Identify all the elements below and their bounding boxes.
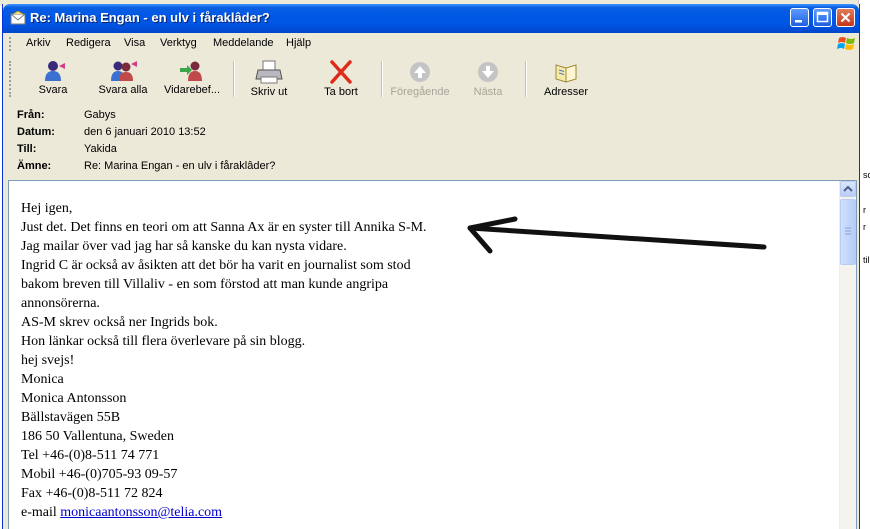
email-link[interactable]: monicaantonsson@telia.com (60, 505, 222, 520)
body-line: Jag mailar över vad jag har så kanske du… (21, 239, 347, 254)
toolbar-separator (381, 61, 383, 97)
toolbar-separator (525, 61, 527, 97)
printer-icon (255, 60, 283, 84)
reply-all-icon (111, 61, 137, 81)
menu-visa[interactable]: Visa (124, 37, 145, 49)
menu-grip (9, 37, 14, 51)
background-fragment: sc (863, 170, 870, 180)
grip-icon (845, 227, 851, 235)
menu-redigera[interactable]: Redigera (66, 37, 111, 49)
message-body[interactable]: Hej igen, Just det. Det finns en teori o… (8, 180, 857, 529)
body-line: Bällstavägen 55B (21, 410, 121, 425)
minimize-icon (795, 20, 802, 23)
message-header: Från: Gabys Datum: den 6 januari 2010 13… (3, 102, 859, 178)
next-button[interactable]: Nästa (465, 57, 511, 101)
scroll-thumb[interactable] (840, 199, 856, 265)
next-label: Nästa (473, 86, 503, 98)
email-line: e-mail monicaantonsson@telia.com (21, 503, 427, 522)
reply-all-button[interactable]: Svara alla (92, 57, 154, 101)
delete-button[interactable]: Ta bort (316, 57, 366, 101)
date-label: Datum: (17, 126, 55, 138)
delete-x-icon (330, 60, 352, 84)
addresses-button[interactable]: Adresser (539, 57, 593, 101)
delete-label: Ta bort (324, 86, 358, 98)
subject-label: Ämne: (17, 160, 52, 172)
print-label: Skriv ut (250, 86, 288, 98)
body-line: Hon länkar också till flera överlevare p… (21, 334, 306, 349)
body-line: Just det. Det finns en teori om att Sann… (21, 220, 427, 235)
message-text[interactable]: Hej igen, Just det. Det finns en teori o… (21, 199, 427, 522)
menu-bar: Arkiv Redigera Visa Verktyg Meddelande H… (3, 33, 859, 56)
body-line: Fax +46-(0)8-511 72 824 (21, 486, 163, 501)
body-line: Tel +46-(0)8-511 74 771 (21, 448, 160, 463)
background-fragment: r (863, 205, 866, 215)
to-label: Till: (17, 143, 37, 155)
reply-icon (45, 61, 65, 81)
reply-label: Svara (38, 84, 68, 96)
email-prefix: e-mail (21, 505, 61, 520)
maximize-icon (816, 11, 829, 23)
body-line: Mobil +46-(0)705-93 09-57 (21, 467, 178, 482)
maximize-button[interactable] (813, 8, 832, 27)
body-line: AS-M skrev också ner Ingrids bok. (21, 315, 218, 330)
down-arrow-icon (478, 62, 498, 82)
previous-label: Föregående (390, 86, 450, 98)
subject-value: Re: Marina Engan - en ulv i fåraklâder? (84, 160, 276, 172)
scroll-up-button[interactable] (840, 181, 856, 197)
body-line: Ingrid C är också av åsikten att det bör… (21, 258, 411, 273)
body-line: Hej igen, (21, 201, 73, 216)
body-line: Monica (21, 372, 64, 387)
background-fragment: til (863, 255, 870, 265)
window-title: Re: Marina Engan - en ulv i fåraklâder? (30, 10, 270, 25)
reply-all-label: Svara alla (98, 84, 148, 96)
title-bar[interactable]: Re: Marina Engan - en ulv i fåraklâder? (3, 4, 859, 33)
body-line: bakom breven till Villaliv - en som förs… (21, 277, 389, 292)
windows-logo-icon (837, 37, 855, 50)
toolbar-separator (233, 61, 235, 97)
menu-hjalp[interactable]: Hjälp (286, 37, 311, 49)
print-button[interactable]: Skriv ut (246, 57, 292, 101)
minimize-button[interactable] (790, 8, 809, 27)
date-value: den 6 januari 2010 13:52 (84, 126, 206, 138)
from-value[interactable]: Gabys (84, 109, 116, 121)
up-arrow-icon (410, 62, 430, 82)
vertical-scrollbar[interactable] (839, 181, 856, 529)
forward-icon (180, 61, 202, 81)
chevron-up-icon (843, 185, 853, 192)
to-value[interactable]: Yakida (84, 143, 117, 155)
menu-meddelande[interactable]: Meddelande (213, 37, 274, 49)
body-line: hej svejs! (21, 353, 75, 368)
menu-arkiv[interactable]: Arkiv (26, 37, 50, 49)
previous-button[interactable]: Föregående (388, 57, 452, 101)
close-icon (840, 12, 851, 23)
address-book-icon (555, 64, 577, 83)
message-window: Re: Marina Engan - en ulv i fåraklâder? … (2, 4, 860, 529)
body-line: annonsörerna. (21, 296, 100, 311)
forward-button[interactable]: Vidarebef... (160, 57, 224, 101)
forward-label: Vidarebef... (163, 84, 221, 96)
from-label: Från: (17, 109, 45, 121)
toolbar: Svara Svara alla Vidarebef... Skriv ut T… (3, 55, 859, 103)
body-line: 186 50 Vallentuna, Sweden (21, 429, 174, 444)
addresses-label: Adresser (543, 86, 589, 98)
envelope-icon (10, 11, 26, 25)
body-line: Monica Antonsson (21, 391, 127, 406)
reply-button[interactable]: Svara (28, 57, 78, 101)
close-button[interactable] (836, 8, 855, 27)
menu-verktyg[interactable]: Verktyg (160, 37, 197, 49)
toolbar-grip (9, 61, 14, 97)
background-fragment: r (863, 222, 866, 232)
